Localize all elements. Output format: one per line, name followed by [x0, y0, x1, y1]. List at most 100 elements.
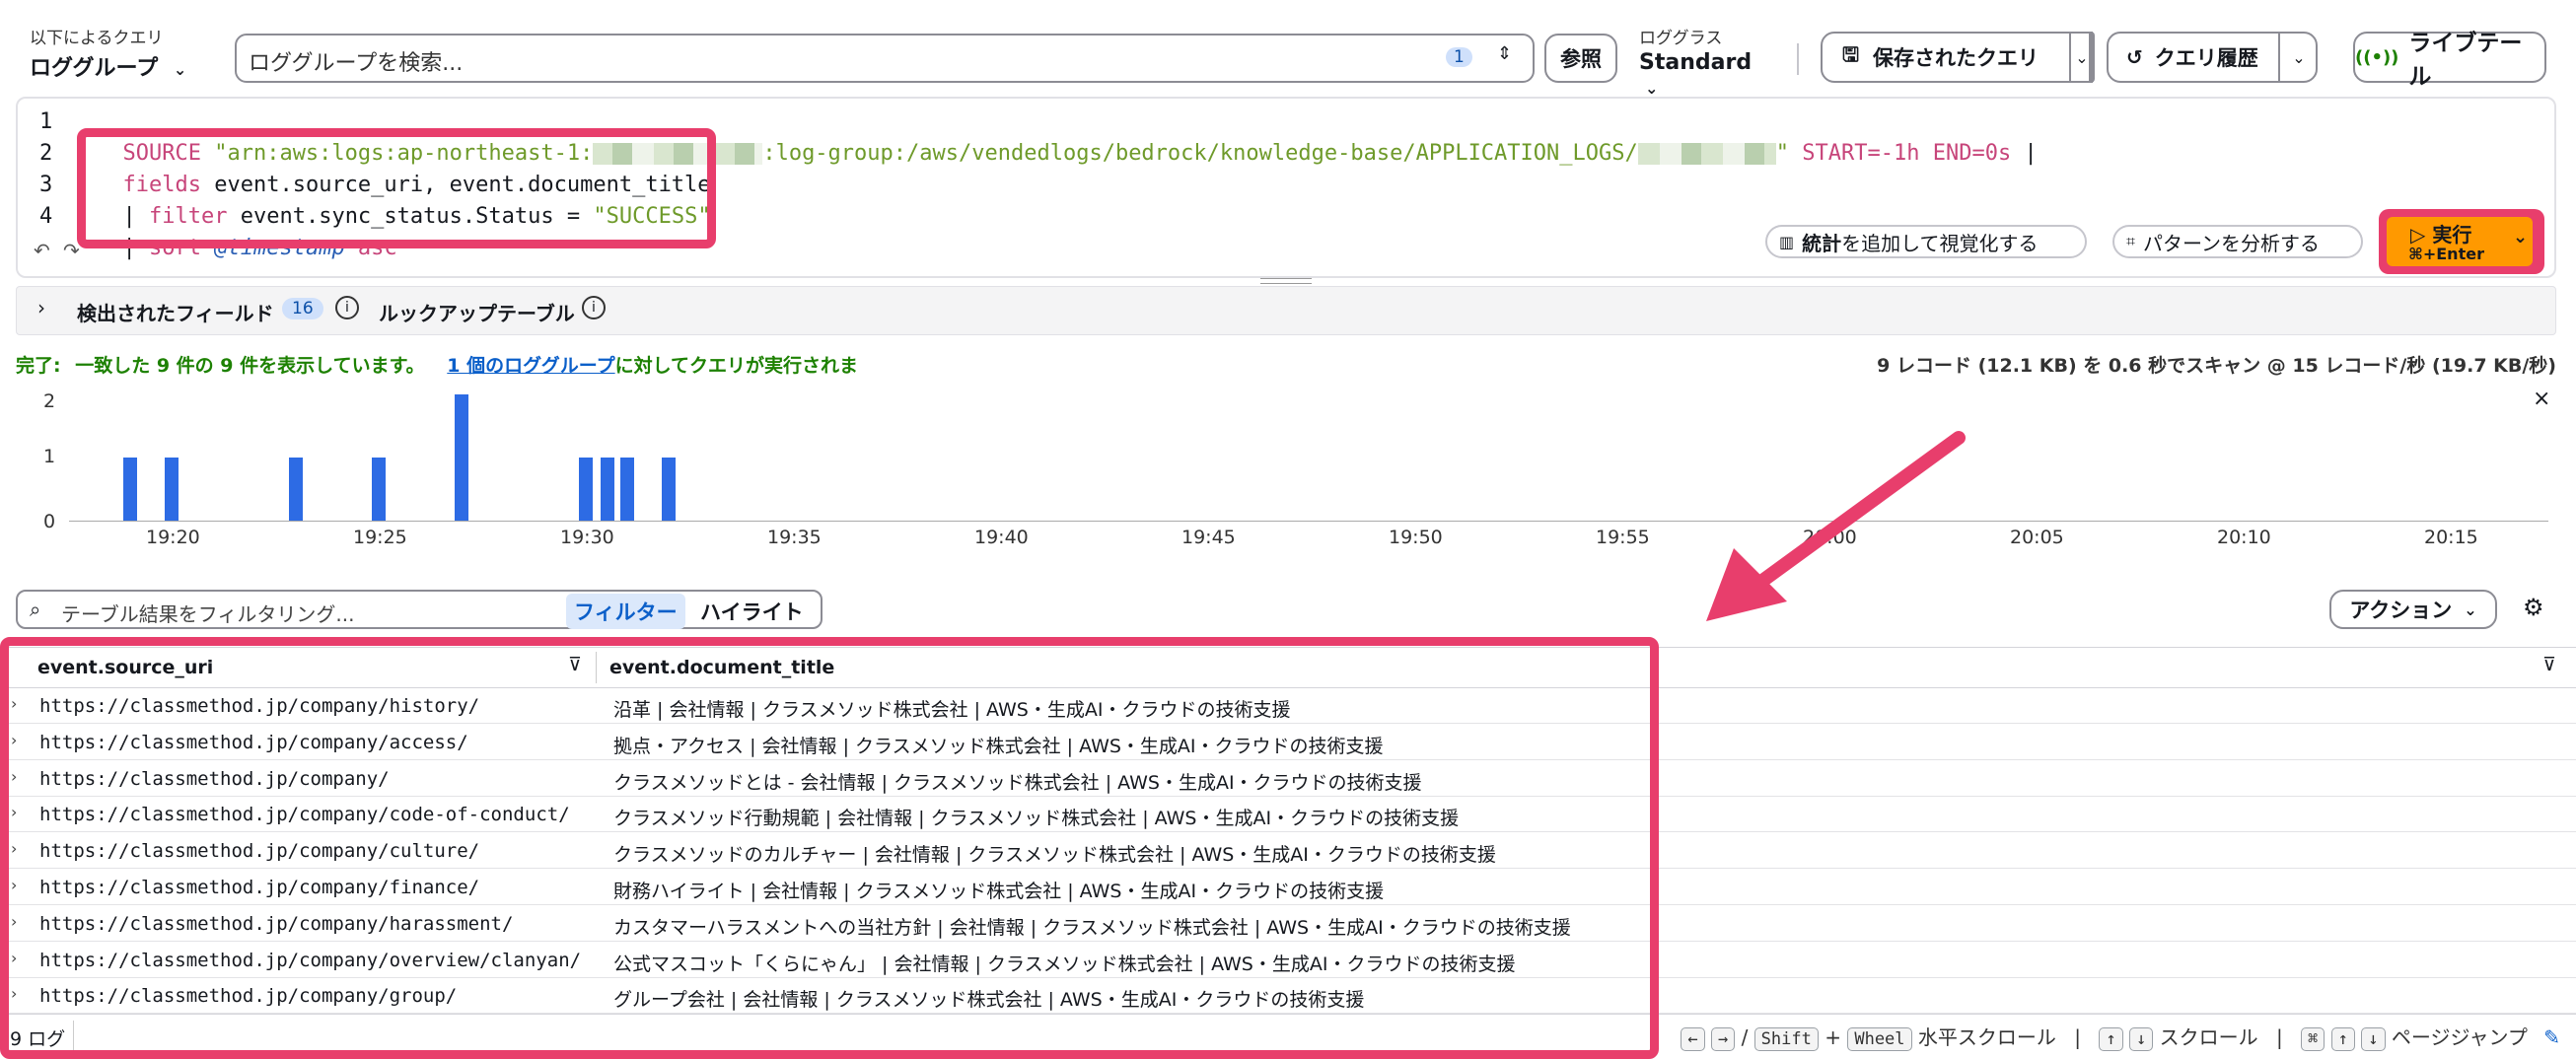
arn-part-b: :log-group:/aws/vendedlogs/bedrock/knowl…: [762, 141, 1638, 166]
analyze-pattern-button[interactable]: ⌗ パターンを分析する: [2112, 225, 2363, 258]
x-tick-label: 19:30: [560, 527, 614, 548]
table-filter[interactable]: ⌕ テーブル結果をフィルタリング... フィルター ハイライト: [16, 590, 823, 629]
shift-key: Shift: [1753, 1027, 1819, 1051]
line-number: 4: [39, 204, 53, 229]
info-icon[interactable]: i: [335, 296, 359, 319]
log-group-search[interactable]: ロググループを検索... 1 ⇕: [235, 34, 1535, 83]
actions-label: アクション: [2349, 599, 2453, 622]
x-tick-label: 20:10: [2217, 527, 2271, 548]
run-label: 実行: [2432, 223, 2472, 247]
line-number: 1: [39, 109, 53, 134]
arrow-left-key: ←: [1681, 1027, 1705, 1051]
browse-label: 参照: [1560, 47, 1602, 71]
table-filter-input[interactable]: テーブル結果をフィルタリング...: [61, 599, 354, 627]
arn-part-c: ": [1775, 141, 1790, 166]
browse-button[interactable]: 参照: [1544, 34, 1617, 83]
status-summary: 一致した 9 件の 9 件を表示しています。: [75, 355, 425, 377]
log-class-value: Standard: [1639, 50, 1753, 75]
query-scope[interactable]: 以下によるクエリ ロググループ ⌄: [30, 24, 227, 83]
settings-gear-icon[interactable]: ⚙: [2523, 594, 2544, 621]
query-scope-label: 以下によるクエリ: [30, 29, 164, 48]
chevron-down-icon: ⌄: [2464, 600, 2477, 619]
history-icon: ↺: [2126, 45, 2143, 69]
saved-queries-button[interactable]: 🖫 保存されたクエリ: [1821, 32, 2093, 83]
x-tick-label: 19:25: [353, 527, 407, 548]
histogram: 2 1 0 19:20 19:25 19:30 19:35 19:40 19:45 19:5…: [0, 390, 2576, 568]
log-class-select[interactable]: ロググラス Standard ⌄: [1639, 24, 1777, 98]
saved-queries-label: 保存されたクエリ: [1873, 46, 2039, 70]
search-icon: ⌕: [30, 598, 41, 621]
redo-icon[interactable]: ↷: [63, 239, 80, 262]
run-shortcut: ⌘+Enter: [2408, 245, 2484, 263]
end-keyword: END: [1919, 141, 1972, 166]
arrow-up-key: ↑: [2099, 1027, 2123, 1051]
hint-plus: +: [1825, 1025, 1841, 1049]
run-button-inner[interactable]: ▷ 実行 ⌘+Enter ⌄: [2387, 217, 2533, 266]
y-tick-label: 0: [43, 511, 56, 532]
histogram-bar: [289, 458, 303, 521]
info-icon[interactable]: i: [582, 296, 606, 319]
sort-updown-icon[interactable]: ⇕: [1497, 43, 1512, 64]
resize-handle[interactable]: [1260, 278, 1312, 284]
hint-scroll: スクロール: [2159, 1025, 2258, 1049]
x-tick-label: 19:40: [974, 527, 1029, 548]
log-class-label: ロググラス: [1639, 29, 1723, 48]
visualize-label: を追加して視覚化する: [1841, 231, 2039, 255]
visualize-bold: 統計: [1802, 231, 1842, 255]
chevron-down-icon: ⌄: [2292, 47, 2306, 67]
histogram-bar: [601, 458, 614, 521]
filter-mode-tab[interactable]: フィルター: [566, 594, 685, 629]
annotation-arrow: [1706, 431, 1966, 621]
live-tail-button[interactable]: ((•)) ライブテール: [2353, 31, 2546, 90]
start-keyword: START: [1789, 141, 1868, 166]
status-link-suffix: に対してクエリが実行されま: [614, 355, 859, 377]
redacted-kb-id: [1637, 143, 1776, 165]
command-key: ⌘: [2301, 1027, 2326, 1051]
save-icon: 🖫: [1842, 42, 1860, 66]
discovered-fields-label[interactable]: 検出されたフィールド: [77, 298, 274, 326]
status-line: 完了: 一致した 9 件の 9 件を表示しています。 1 個のロググループに対し…: [16, 351, 858, 378]
search-input[interactable]: ロググループを検索...: [249, 45, 463, 77]
hint-slash: /: [1741, 1025, 1749, 1049]
analyze-pattern-label: パターンを分析する: [2143, 231, 2321, 255]
y-tick-label: 2: [43, 390, 56, 412]
status-complete: 完了:: [16, 355, 61, 377]
editor-line-numbers: 1 2 3 4: [39, 106, 52, 233]
visualize-stats-button[interactable]: ▥ 統計 を追加して視覚化する: [1765, 225, 2087, 258]
histogram-bar: [455, 394, 468, 521]
actions-button[interactable]: アクション ⌄: [2329, 590, 2497, 629]
chevron-right-icon[interactable]: ›: [37, 296, 45, 319]
discovered-fields-count: 16: [282, 298, 323, 319]
line-number: 3: [39, 173, 53, 197]
lookup-table-label[interactable]: ルックアップテーブル: [379, 298, 575, 326]
line-number: 2: [39, 141, 53, 166]
hint-separator: |: [2275, 1025, 2283, 1049]
x-tick-label: 19:35: [767, 527, 822, 548]
chevron-down-icon: ⌄: [173, 60, 187, 79]
query-history-dropdown[interactable]: ⌄: [2278, 32, 2318, 83]
chevron-down-icon: ⌄: [1645, 79, 1659, 98]
play-icon: ▷: [2410, 223, 2433, 247]
bar-chart-icon: ▥: [1779, 232, 1795, 251]
filter-funnel-icon[interactable]: ⊽: [2542, 654, 2556, 675]
end-value: =0s: [1971, 141, 2012, 166]
arrow-right-key: →: [1710, 1027, 1736, 1051]
log-group-link[interactable]: 1 個のロググループ: [447, 355, 614, 377]
query-scope-value: ロググループ: [30, 56, 159, 81]
pattern-icon: ⌗: [2126, 232, 2136, 250]
hint-separator: |: [2074, 1025, 2081, 1049]
paintbrush-icon[interactable]: ✎: [2543, 1025, 2560, 1049]
x-tick-label: 19:55: [1596, 527, 1650, 548]
highlight-box-results: [0, 637, 1659, 1059]
arrow-up-key: ↑: [2330, 1027, 2355, 1051]
query-history-label: クエリ履歴: [2154, 46, 2258, 70]
hint-horizontal-scroll: 水平スクロール: [1917, 1025, 2056, 1049]
undo-icon[interactable]: ↶: [34, 239, 50, 262]
highlight-mode-tab[interactable]: ハイライト: [700, 597, 804, 626]
saved-queries-dropdown-btn[interactable]: ⌄: [2069, 32, 2093, 83]
histogram-bar: [579, 458, 593, 521]
highlight-box-query: [77, 128, 716, 248]
chevron-down-icon[interactable]: ⌄: [2513, 227, 2528, 247]
divider: [1797, 43, 1799, 75]
x-tick-label: 20:15: [2424, 527, 2478, 548]
